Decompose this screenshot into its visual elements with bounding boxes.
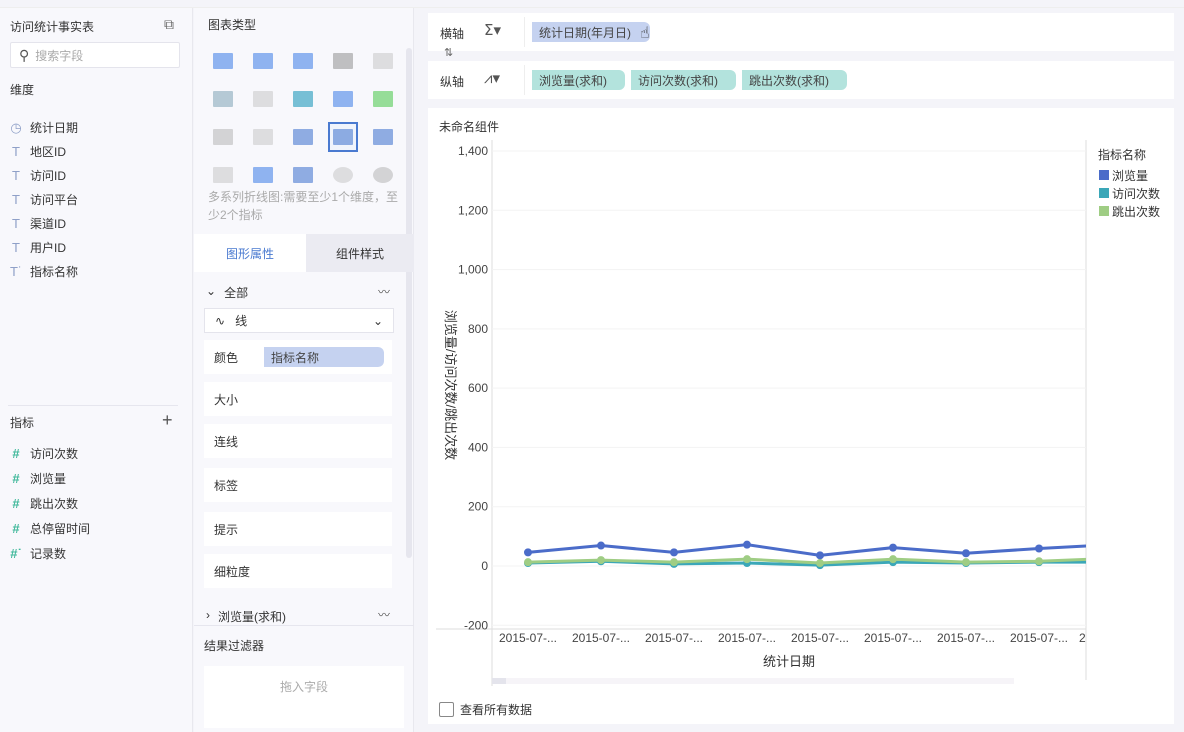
y-tick-label: 400 xyxy=(468,440,488,454)
legend-item[interactable]: 跳出次数 xyxy=(1112,204,1160,219)
data-point[interactable] xyxy=(524,548,532,557)
data-point[interactable] xyxy=(670,558,678,567)
y-tick-label: 1,000 xyxy=(458,263,488,277)
data-point[interactable] xyxy=(816,559,824,568)
data-point[interactable] xyxy=(1108,554,1116,562)
data-point[interactable] xyxy=(1108,558,1116,566)
data-point[interactable] xyxy=(889,543,897,552)
x-tick-label: 2015-07-... xyxy=(937,631,995,645)
x-tick-label: 2015-07-... xyxy=(1010,631,1068,645)
scrollbar-thumb[interactable] xyxy=(492,678,506,684)
y-tick-label: 800 xyxy=(468,322,488,336)
x-tick-label: 2 xyxy=(1079,631,1086,645)
x-tick-label: 2015-07-... xyxy=(864,631,922,645)
legend-swatch xyxy=(1099,188,1109,198)
line-chart: 1,400 1,200 1,000 800 600 400 200 0 -200 2015-07-… xyxy=(436,140,1160,686)
data-point[interactable] xyxy=(1108,541,1116,549)
y-axis-title: 浏览量/访问次数/跳出次数 xyxy=(443,310,458,460)
data-point[interactable] xyxy=(597,556,605,565)
data-point[interactable] xyxy=(743,540,751,549)
data-point[interactable] xyxy=(1035,557,1043,566)
data-point[interactable] xyxy=(1035,544,1043,553)
legend-item[interactable]: 访问次数 xyxy=(1112,186,1160,201)
y-tick-label: 200 xyxy=(468,500,488,514)
y-tick-label: 600 xyxy=(468,381,488,395)
y-tick-label: -200 xyxy=(464,618,488,632)
y-tick-label: 0 xyxy=(481,559,488,573)
data-point[interactable] xyxy=(597,541,605,550)
data-point[interactable] xyxy=(670,548,678,557)
y-tick-label: 1,400 xyxy=(458,144,488,158)
x-tick-label: 2015-07-... xyxy=(791,631,849,645)
x-tick-label: 2015-07-... xyxy=(645,631,703,645)
data-point[interactable] xyxy=(816,551,824,560)
data-point[interactable] xyxy=(962,558,970,567)
legend-title: 指标名称 xyxy=(1098,147,1146,162)
x-tick-label: 2015-07-... xyxy=(718,631,776,645)
legend-swatch xyxy=(1099,170,1109,180)
x-tick-label: 2015-07-... xyxy=(572,631,630,645)
x-axis-title: 统计日期 xyxy=(763,654,815,669)
data-point[interactable] xyxy=(524,558,532,567)
data-point[interactable] xyxy=(962,549,970,558)
x-tick-label: 2015-07-... xyxy=(499,631,557,645)
horizontal-scrollbar[interactable] xyxy=(492,678,1014,684)
y-tick-label: 1,200 xyxy=(458,203,488,217)
data-point[interactable] xyxy=(743,555,751,564)
legend-swatch xyxy=(1099,206,1109,216)
legend-item[interactable]: 浏览量 xyxy=(1112,168,1148,183)
data-point[interactable] xyxy=(889,555,897,564)
